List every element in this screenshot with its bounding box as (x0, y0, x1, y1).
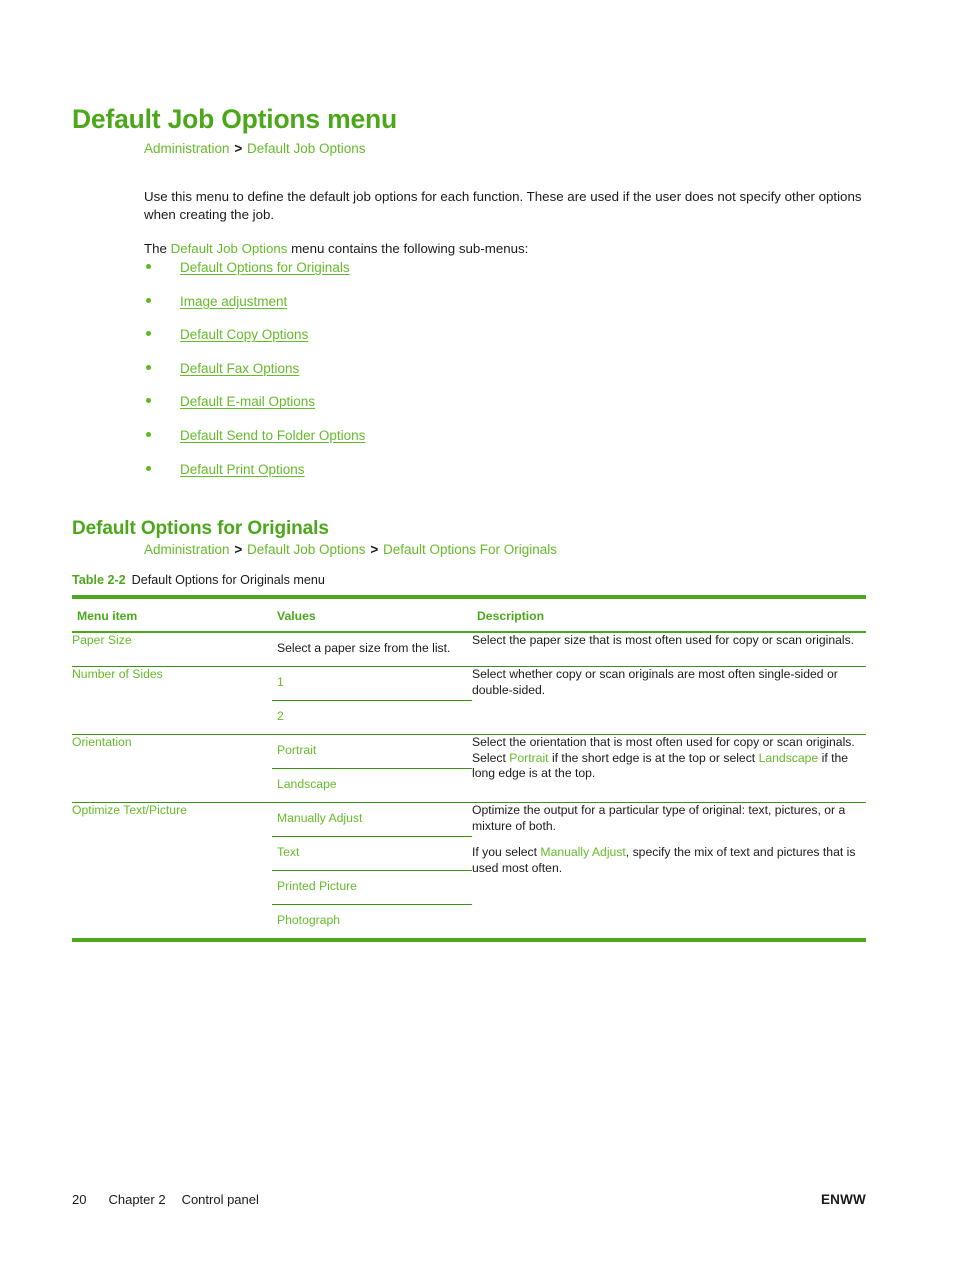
options-table: Menu item Values Description Paper Size S… (72, 595, 866, 942)
cell-description: Select the orientation that is most ofte… (472, 734, 866, 803)
value-option: Select a paper size from the list. (277, 641, 451, 655)
submenu-link-list: Default Options for Originals Image adju… (144, 259, 744, 494)
table-row: Orientation Portrait Landscape Select the o… (72, 734, 866, 803)
breadcrumb-secondary: Administration > Default Job Options > D… (144, 541, 557, 559)
description-text: Select the paper size that is most often… (472, 633, 855, 647)
value-option: 1 (277, 675, 284, 689)
description-text: Select whether copy or scan originals ar… (472, 667, 838, 697)
cell-values: 12 (272, 666, 472, 735)
cell-values: Select a paper size from the list. (272, 632, 472, 667)
value-option: 2 (272, 700, 472, 734)
breadcrumb-segment-administration: Administration (144, 141, 230, 156)
sidebar-link-default-fax-options[interactable]: Default Fax Options (180, 360, 299, 377)
footer-chapter-title: Control panel (181, 1192, 259, 1207)
intro-paragraph: Use this menu to define the default job … (144, 189, 862, 222)
table-row: Paper Size Select a paper size from the l… (72, 632, 866, 667)
value-option: Photograph (272, 904, 472, 938)
inline-link-default-job-options: Default Job Options (170, 241, 288, 257)
description-paragraph: Select the paper size that is most often… (472, 633, 866, 649)
description-text: if the short edge is at the top or selec… (548, 750, 759, 765)
list-item: Default Copy Options (144, 326, 744, 360)
inline-value-reference: Manually Adjust (540, 845, 626, 859)
value-option-list: 12 (272, 667, 472, 734)
bullet-dot-icon (146, 398, 151, 404)
cell-values: Portrait Landscape (272, 734, 472, 803)
bullet-dot-icon (146, 431, 151, 437)
submenus-prefix-text: The (144, 241, 171, 257)
list-item: Default E-mail Options (144, 393, 744, 427)
description-text: Optimize the output for a particular typ… (472, 803, 846, 833)
breadcrumb-segment-administration: Administration (144, 542, 230, 557)
description-text: If you select (472, 845, 541, 859)
breadcrumb-segment-default-job-options: Default Job Options (246, 542, 366, 557)
breadcrumb-separator-icon: > (234, 141, 243, 156)
bullet-dot-icon (146, 264, 151, 269)
cell-menu-item: Orientation (72, 734, 272, 803)
table-body: Paper Size Select a paper size from the l… (72, 632, 866, 940)
sidebar-link-default-email-options[interactable]: Default E-mail Options (180, 393, 315, 410)
sidebar-link-default-copy-options[interactable]: Default Copy Options (180, 326, 308, 343)
table-header-row: Menu item Values Description (72, 597, 866, 633)
value-option-list: Portrait Landscape (272, 735, 472, 802)
value-option: Landscape (272, 768, 472, 802)
footer-chapter-number: Chapter 2 (108, 1192, 166, 1207)
breadcrumb-primary: Administration > Default Job Options (144, 140, 366, 158)
inline-value-reference: Landscape (758, 750, 819, 765)
breadcrumb-segment-default-options-for-originals: Default Options For Originals (382, 542, 558, 557)
cell-description: Optimize the output for a particular typ… (472, 802, 866, 940)
column-header-description: Description (472, 597, 866, 633)
cell-menu-item: Number of Sides (72, 666, 272, 735)
footer-locale-label: ENWW (820, 1192, 866, 1207)
value-option-list: Select a paper size from the list. (272, 633, 472, 666)
value-option: Printed Picture (272, 870, 472, 904)
breadcrumb-separator-icon: > (370, 542, 379, 557)
value-option: Text (272, 836, 472, 870)
sidebar-link-default-options-for-originals[interactable]: Default Options for Originals (180, 259, 350, 276)
page-title: Default Job Options menu (72, 103, 397, 134)
breadcrumb-segment-default-job-options: Default Job Options (246, 141, 366, 156)
value-option: Portrait (277, 743, 317, 757)
list-item: Default Options for Originals (144, 259, 744, 293)
bullet-dot-icon (146, 297, 151, 303)
table-row: Optimize Text/Picture Manually Adjust Text… (72, 802, 866, 940)
breadcrumb-separator-icon: > (234, 542, 243, 557)
list-item: Default Print Options (144, 461, 744, 495)
table-row: Number of Sides 1 2 Select whether copy or … (72, 666, 866, 735)
list-item: Image adjustment (144, 293, 744, 327)
value-option-list: Manually Adjust Text Printed Picture Photog… (272, 803, 472, 938)
submenus-lead-paragraph: The Default Job Options menu contains th… (144, 240, 874, 258)
bullet-dot-icon (146, 465, 151, 471)
list-item: Default Fax Options (144, 360, 744, 394)
column-header-menu-item: Menu item (72, 597, 272, 633)
cell-menu-item: Paper Size (72, 633, 132, 647)
cell-values: Manually Adjust Text Printed Picture Photog… (272, 802, 472, 940)
list-item: Default Send to Folder Options (144, 427, 744, 461)
table-caption-text: Default Options for Originals menu (131, 573, 325, 587)
description-paragraph: Select the orientation that is most ofte… (472, 735, 866, 782)
inline-value-reference: Portrait (509, 750, 549, 765)
table-number-label: Table 2-2 (72, 573, 126, 587)
column-header-values: Values (272, 597, 472, 633)
cell-menu-item: Optimize Text/Picture (72, 802, 272, 940)
cell-description: Select the paper size that is most often… (472, 632, 866, 667)
sidebar-link-default-print-options[interactable]: Default Print Options (180, 461, 305, 478)
table-caption: Table 2-2 Default Options for Originals m… (72, 573, 325, 587)
document-page: Default Job Options menu Administration … (0, 0, 954, 1270)
cell-description: Select whether copy or scan originals ar… (472, 666, 866, 735)
footer-left-group: 20 Chapter 2 Control panel (72, 1192, 259, 1207)
description-paragraph: Select whether copy or scan originals ar… (472, 667, 866, 698)
page-number: 20 (72, 1192, 87, 1207)
sidebar-link-image-adjustment[interactable]: Image adjustment (180, 293, 287, 310)
bullet-dot-icon (146, 364, 151, 370)
sidebar-link-default-send-to-folder-options[interactable]: Default Send to Folder Options (180, 427, 365, 444)
bullet-dot-icon (146, 331, 151, 337)
description-paragraph: Optimize the output for a particular typ… (472, 803, 866, 834)
submenus-suffix-text: menu contains the following sub-menus: (287, 241, 529, 257)
section-title: Default Options for Originals (72, 517, 329, 539)
description-paragraph: If you select Manually Adjust, specify t… (472, 845, 866, 876)
value-option: Manually Adjust (277, 811, 363, 825)
